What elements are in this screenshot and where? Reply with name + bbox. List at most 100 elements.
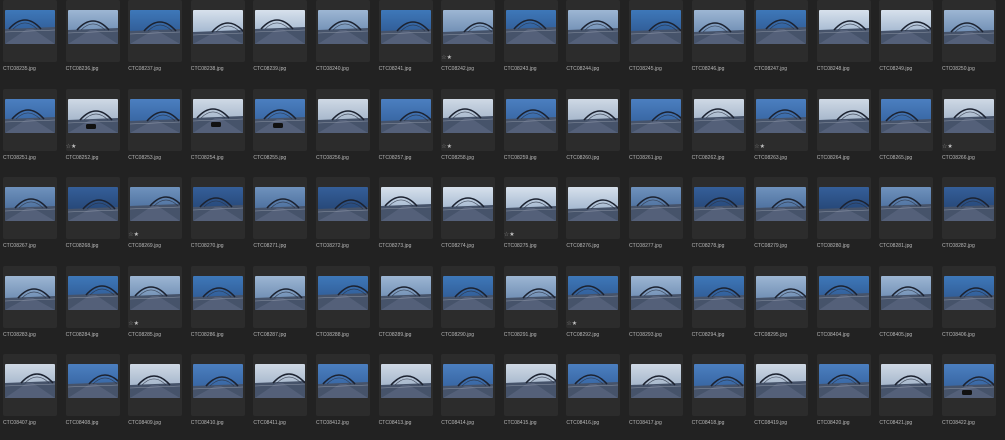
- thumbnail[interactable]: ☆★: [128, 266, 183, 328]
- thumbnail[interactable]: [816, 89, 871, 151]
- thumbnail[interactable]: [65, 177, 120, 239]
- thumbnail[interactable]: ☆★: [441, 89, 496, 151]
- thumbnail[interactable]: [503, 0, 558, 62]
- thumbnail[interactable]: [190, 354, 245, 416]
- photo[interactable]: [255, 99, 306, 133]
- photo[interactable]: [818, 187, 869, 221]
- photo[interactable]: [881, 99, 932, 133]
- photo[interactable]: [505, 364, 556, 398]
- photo[interactable]: [693, 364, 744, 398]
- thumbnail[interactable]: [879, 177, 934, 239]
- thumbnail[interactable]: ☆★: [942, 89, 996, 151]
- thumbnail[interactable]: [879, 0, 934, 62]
- photo[interactable]: [130, 364, 181, 398]
- thumbnail[interactable]: [316, 354, 370, 416]
- thumbnail[interactable]: [691, 177, 746, 239]
- photo[interactable]: [443, 99, 494, 133]
- thumbnail[interactable]: [253, 266, 308, 328]
- thumbnail[interactable]: [629, 0, 683, 62]
- thumbnail[interactable]: [253, 354, 308, 416]
- photo[interactable]: [881, 10, 932, 44]
- photo[interactable]: [192, 276, 243, 310]
- thumbnail[interactable]: [754, 266, 809, 328]
- photo[interactable]: [944, 364, 994, 398]
- rating-stars[interactable]: ☆★: [128, 232, 139, 238]
- thumbnail[interactable]: [316, 89, 370, 151]
- thumbnail[interactable]: [378, 0, 433, 62]
- rating-stars[interactable]: ☆★: [942, 144, 953, 150]
- photo[interactable]: [192, 187, 243, 221]
- photo[interactable]: [318, 276, 368, 310]
- thumbnail[interactable]: [378, 177, 433, 239]
- thumbnail[interactable]: [629, 354, 683, 416]
- photo[interactable]: [130, 99, 181, 133]
- photo[interactable]: [192, 364, 243, 398]
- thumbnail[interactable]: [3, 0, 57, 62]
- photo[interactable]: [818, 10, 869, 44]
- thumbnail[interactable]: [691, 354, 746, 416]
- thumbnail[interactable]: [691, 89, 746, 151]
- thumbnail[interactable]: [441, 266, 496, 328]
- photo[interactable]: [756, 276, 807, 310]
- thumbnail[interactable]: [190, 89, 245, 151]
- photo[interactable]: [318, 364, 368, 398]
- photo[interactable]: [693, 276, 744, 310]
- photo[interactable]: [67, 10, 118, 44]
- photo[interactable]: [505, 10, 556, 44]
- thumbnail[interactable]: [816, 266, 871, 328]
- photo[interactable]: [568, 10, 619, 44]
- photo[interactable]: [5, 276, 55, 310]
- thumbnail[interactable]: [754, 354, 809, 416]
- photo[interactable]: [380, 276, 431, 310]
- thumbnail[interactable]: [942, 354, 996, 416]
- thumbnail[interactable]: [190, 0, 245, 62]
- thumbnail[interactable]: ☆★: [503, 177, 558, 239]
- thumbnail[interactable]: [566, 89, 621, 151]
- photo[interactable]: [443, 187, 494, 221]
- photo[interactable]: [380, 99, 431, 133]
- photo[interactable]: [5, 10, 55, 44]
- photo[interactable]: [568, 187, 619, 221]
- photo[interactable]: [944, 10, 994, 44]
- thumbnail[interactable]: [441, 354, 496, 416]
- photo[interactable]: [568, 99, 619, 133]
- thumbnail[interactable]: [816, 0, 871, 62]
- photo[interactable]: [631, 187, 681, 221]
- photo[interactable]: [130, 276, 181, 310]
- thumbnail[interactable]: ☆★: [441, 0, 496, 62]
- photo[interactable]: [443, 10, 494, 44]
- photo[interactable]: [881, 364, 932, 398]
- rating-stars[interactable]: ☆★: [566, 321, 577, 327]
- photo[interactable]: [818, 364, 869, 398]
- thumbnail[interactable]: [566, 177, 621, 239]
- photo[interactable]: [255, 364, 306, 398]
- photo[interactable]: [944, 187, 994, 221]
- photo[interactable]: [756, 364, 807, 398]
- thumbnail[interactable]: ☆★: [566, 266, 621, 328]
- photo[interactable]: [756, 187, 807, 221]
- thumbnail[interactable]: ☆★: [65, 89, 120, 151]
- rating-stars[interactable]: ☆★: [504, 232, 515, 238]
- thumbnail[interactable]: [503, 354, 558, 416]
- thumbnail[interactable]: [566, 0, 621, 62]
- photo[interactable]: [505, 276, 556, 310]
- photo[interactable]: [67, 99, 118, 133]
- photo[interactable]: [693, 10, 744, 44]
- thumbnail[interactable]: [253, 89, 308, 151]
- rating-stars[interactable]: ☆★: [441, 144, 452, 150]
- thumbnail[interactable]: [253, 0, 308, 62]
- thumbnail[interactable]: [629, 266, 683, 328]
- photo[interactable]: [130, 187, 181, 221]
- thumbnail[interactable]: [3, 266, 57, 328]
- photo[interactable]: [255, 276, 306, 310]
- photo[interactable]: [443, 364, 494, 398]
- thumbnail[interactable]: [754, 177, 809, 239]
- photo[interactable]: [67, 187, 118, 221]
- thumbnail[interactable]: [128, 89, 183, 151]
- photo[interactable]: [631, 364, 681, 398]
- thumbnail[interactable]: ☆★: [128, 177, 183, 239]
- thumbnail[interactable]: [816, 177, 871, 239]
- photo[interactable]: [944, 276, 994, 310]
- thumbnail[interactable]: [3, 89, 57, 151]
- photo[interactable]: [192, 10, 243, 44]
